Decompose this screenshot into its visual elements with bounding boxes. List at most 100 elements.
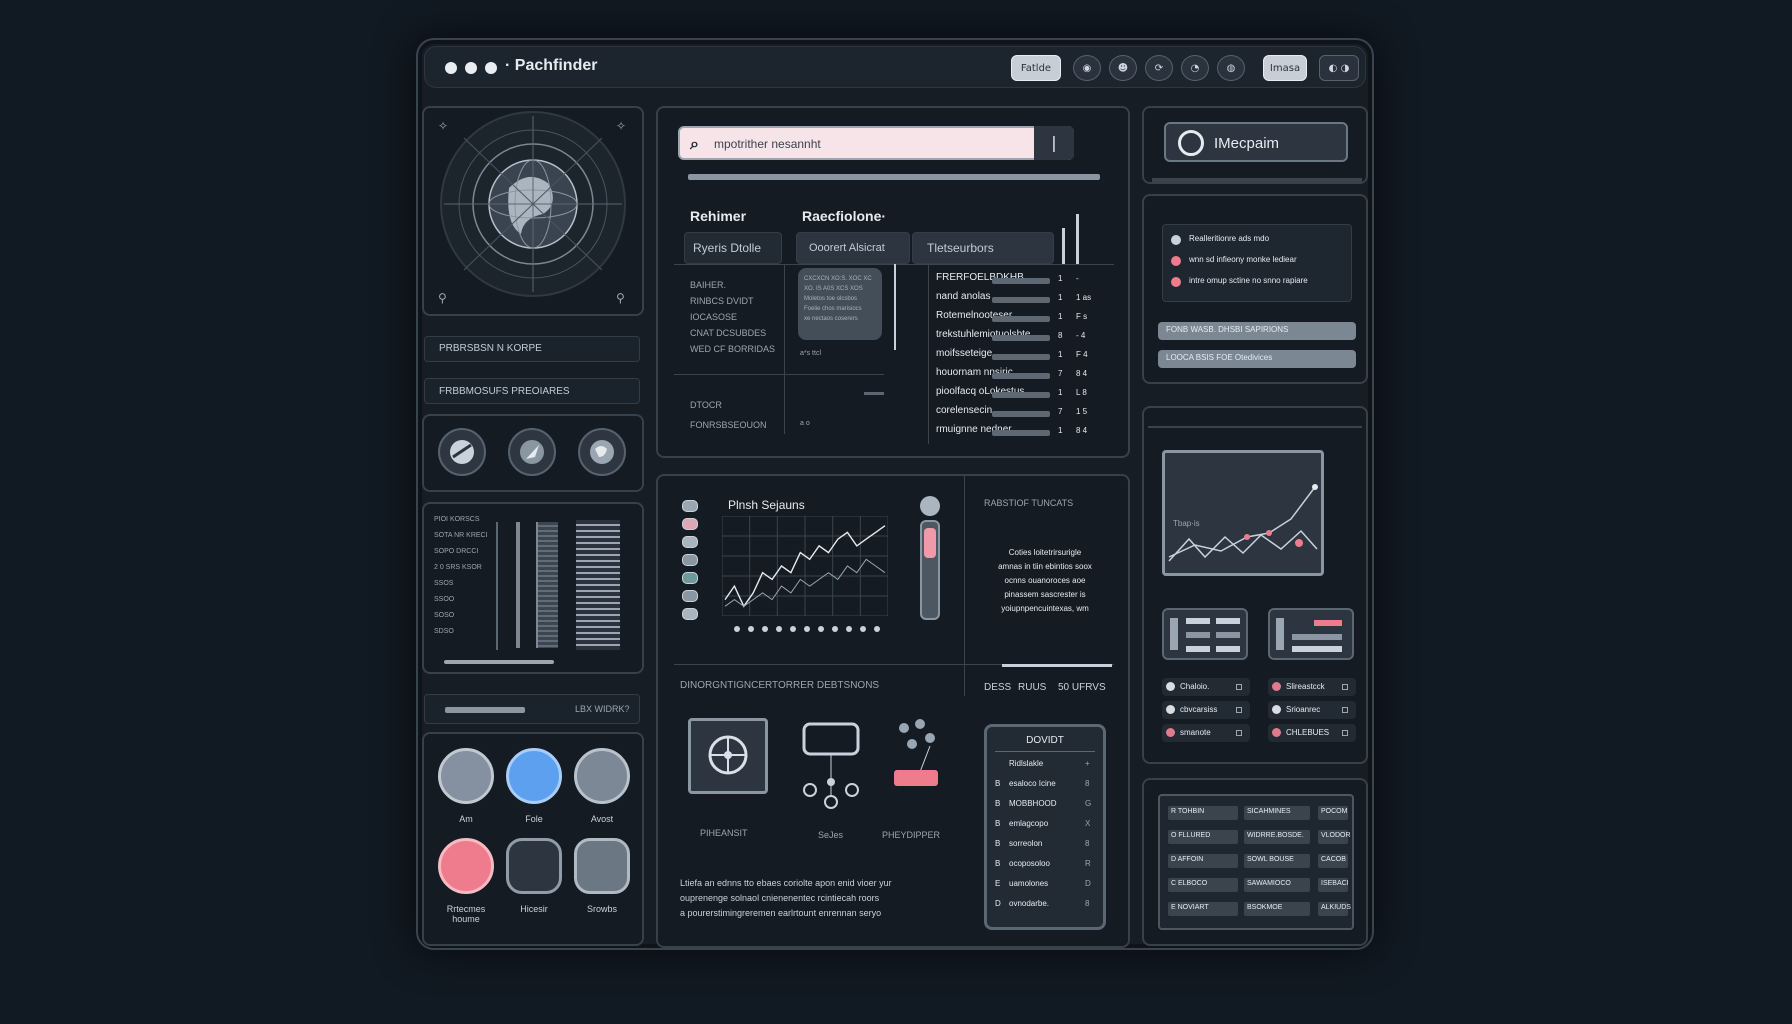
app-icon-heart[interactable] [574, 748, 630, 804]
plot-control-toggle[interactable] [682, 554, 698, 566]
plot-control-toggle[interactable] [682, 536, 698, 548]
satellite-icon[interactable] [438, 428, 486, 476]
tools-tab-1[interactable]: DESS [984, 682, 1011, 693]
control-module-1[interactable] [1162, 608, 1248, 660]
tools-tab-2[interactable]: RUUS [1018, 682, 1046, 693]
grid-cell[interactable]: E NOVIART [1168, 902, 1238, 916]
toolbar-button-secondary[interactable]: Imasa [1263, 55, 1307, 81]
right-action-button-2[interactable]: LOOCA BSIS FOE Otedivices [1158, 350, 1356, 368]
window-maximize-dot[interactable] [485, 62, 497, 74]
dropdown-item[interactable]: Dovnodarbe. 8 [995, 897, 1099, 913]
status-chip[interactable]: Slireastcck [1268, 678, 1356, 696]
monitor-tool-icon[interactable] [688, 718, 768, 794]
grid-cell[interactable]: O FLLURED [1168, 830, 1238, 844]
grid-cell[interactable]: SICAHMINES [1244, 806, 1310, 820]
grid-cell[interactable]: WIDRRE.BOSDE. [1244, 830, 1310, 844]
app-icon-drop[interactable] [506, 748, 562, 804]
dropdown-item[interactable]: Ridlslakle + [995, 757, 1099, 773]
table-row[interactable]: pioolfacq oLokestus 1 L 8 [936, 386, 1116, 402]
grid-cell[interactable]: VLODOR [1318, 830, 1351, 844]
table-row[interactable]: trekstuhlemiotuolsbte 8- 4 [936, 329, 1116, 345]
table-row[interactable]: moifsseteige 1 F 4 [936, 348, 1116, 364]
control-module-2[interactable] [1268, 608, 1354, 660]
dropdown-item[interactable]: Bsorreolon 8 [995, 837, 1099, 853]
toolbar-button-primary[interactable]: Fatlde [1011, 55, 1061, 81]
search-input[interactable]: mpotrither nesannht [714, 137, 821, 151]
grid-cell[interactable]: D AFFOIN [1168, 854, 1238, 868]
dropdown-item[interactable]: B MOBBHOOD G [995, 797, 1099, 813]
grid-cell[interactable]: SAWAMIOCO [1244, 878, 1310, 892]
side-item[interactable]: RINBCS DVIDT [690, 296, 754, 306]
toolbar-disc-icon[interactable]: ◍ [1217, 55, 1245, 81]
grid-cell[interactable]: POCOM [1318, 806, 1348, 820]
vertical-slider-knob[interactable] [920, 496, 940, 516]
table-row[interactable]: Rotemelnooteser 1 F s [936, 310, 1116, 326]
app-icon-shield[interactable] [438, 838, 494, 894]
search-submit-button[interactable]: | [1034, 126, 1074, 160]
side-item[interactable]: IOCASOSE [690, 312, 737, 322]
plot-control-toggle[interactable] [682, 518, 698, 530]
app-icon-terminal[interactable] [506, 838, 562, 894]
status-chip[interactable]: Srioanrec [1268, 701, 1356, 719]
vertical-slider-track[interactable] [920, 520, 940, 620]
side-item[interactable]: BAIHER. [690, 280, 726, 290]
table-row[interactable]: corelensecin 7 1 5 [936, 405, 1116, 421]
tools-tab-3[interactable]: 50 UFRVS [1058, 682, 1106, 693]
grid-cell[interactable]: CACOB [1318, 854, 1348, 868]
grid-cell[interactable]: SOWL BOUSE [1244, 854, 1310, 868]
side-item[interactable]: CNAT DCSUBDES [690, 328, 766, 338]
table-row[interactable]: rmuignne nedner 1 8 4 [936, 424, 1116, 440]
dropdown-item[interactable]: Besaloco Icine 8 [995, 777, 1099, 793]
svg-text:⚲: ⚲ [616, 291, 625, 305]
tab-1[interactable]: Ryeris Dtolle [684, 232, 782, 264]
left-nav-row-2[interactable]: FRBBMOSUFS PREOIARES [424, 378, 640, 404]
side-item[interactable]: WED CF BORRIDAS [690, 344, 775, 354]
status-chip[interactable]: cbvcarsiss [1162, 701, 1250, 719]
grid-cell[interactable]: R TOHBIN [1168, 806, 1238, 820]
tab-2[interactable]: Ooorert Alsicrat [796, 232, 910, 264]
table-row-name: nand anolas [936, 291, 991, 302]
slider-handle-1[interactable] [1062, 228, 1065, 264]
drone-tool-icon[interactable] [798, 720, 864, 810]
plot-control-toggle[interactable] [682, 590, 698, 602]
grid-cell[interactable]: C ELBOCO [1168, 878, 1238, 892]
table-row[interactable]: nand anolas 1 1 as [936, 291, 1116, 307]
toolbar-user-icon[interactable]: ☻ [1109, 55, 1137, 81]
app-icon-flower[interactable] [438, 748, 494, 804]
table-row[interactable]: FRERFOELBDKHB. 1- [936, 272, 1116, 288]
dropdown-item[interactable]: Bocoposoloo R [995, 857, 1099, 873]
grid-cell[interactable]: ISEBACI [1318, 878, 1349, 892]
grid-cell[interactable]: ALKIUDS [1318, 902, 1351, 916]
slider-handle-2[interactable] [1076, 214, 1079, 264]
toolbar-sync-icon[interactable]: ⟳ [1145, 55, 1173, 81]
left-nav-row-1[interactable]: PRBRSBSN N KORPE [424, 336, 640, 362]
info-list-item[interactable]: intre omup sctine no snno rapiare [1189, 276, 1308, 285]
earth-icon[interactable] [578, 428, 626, 476]
status-chip[interactable]: CHLEBUES [1268, 724, 1356, 742]
toolbar-toggle-icon[interactable]: ◐ ◑ [1319, 55, 1359, 81]
info-list-item[interactable]: wnn sd infieony monke lediear [1189, 255, 1297, 264]
search-bar[interactable]: ⌕ mpotrither nesannht [678, 126, 1074, 160]
plot-control-toggle[interactable] [682, 572, 698, 584]
window-close-dot[interactable] [445, 62, 457, 74]
brand-button[interactable]: IMecpaim [1164, 122, 1348, 162]
status-chip[interactable]: Chaloio. [1162, 678, 1250, 696]
plot-control-toggle[interactable] [682, 608, 698, 620]
dropdown-item[interactable]: Bemlagcopo X [995, 817, 1099, 833]
network-tool-icon[interactable] [890, 716, 940, 796]
dropdown-menu[interactable]: DOVIDT Ridlslakle + Besaloco Icine 8 B MOBBHO… [984, 724, 1106, 930]
toolbar-eye-icon[interactable]: ◉ [1073, 55, 1101, 81]
grid-cell[interactable]: BSOKMOE [1244, 902, 1310, 916]
left-chart-scrollbar[interactable] [444, 660, 554, 664]
status-chip[interactable]: smanote [1162, 724, 1250, 742]
plot-control-toggle[interactable] [682, 500, 698, 512]
window-minimize-dot[interactable] [465, 62, 477, 74]
dropdown-item[interactable]: Euamolones D [995, 877, 1099, 893]
toolbar-clock-icon[interactable]: ◔ [1181, 55, 1209, 81]
rocket-icon[interactable] [508, 428, 556, 476]
app-icon-window[interactable] [574, 838, 630, 894]
tab-3[interactable]: Tletseurbors [912, 232, 1054, 264]
info-list-item[interactable]: Realleritionre ads mdo [1189, 234, 1269, 243]
right-action-button-1[interactable]: FONB WASB. DHSBI SAPIRIONS [1158, 322, 1356, 340]
table-row[interactable]: houornam nnsiric 7 8 4 [936, 367, 1116, 383]
